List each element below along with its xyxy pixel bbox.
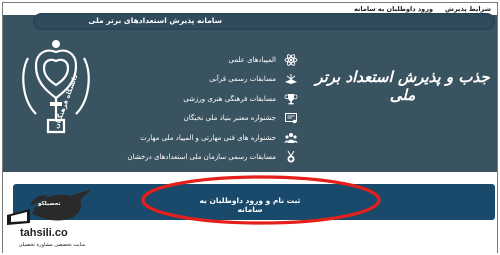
watermark-tagline: سایت تخصصی مشاوره تحصیلی <box>18 242 86 248</box>
watermark-brand: تحصیلکو <box>38 201 61 207</box>
watermark-site: tahsili.co <box>20 227 68 239</box>
